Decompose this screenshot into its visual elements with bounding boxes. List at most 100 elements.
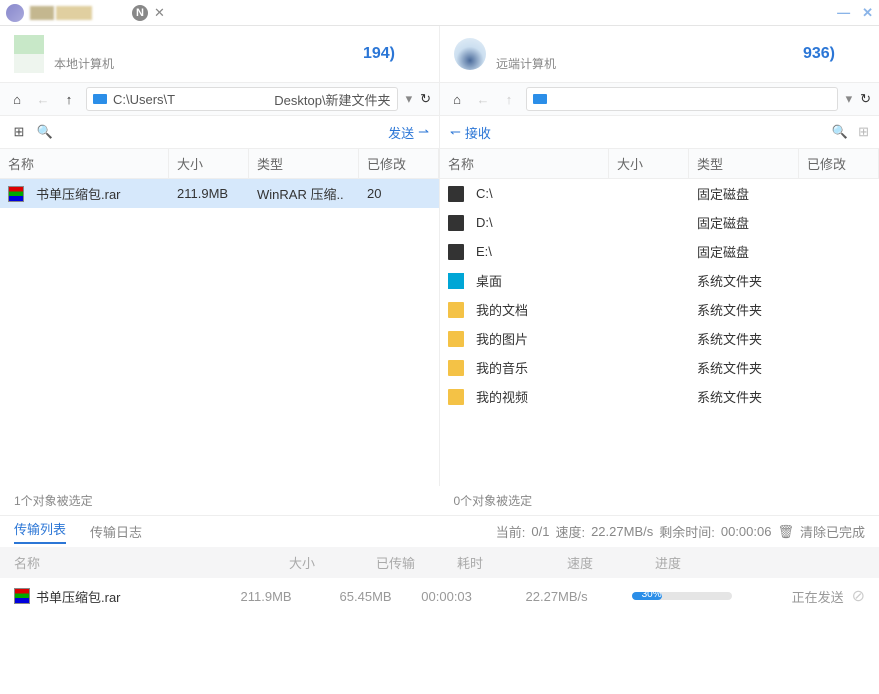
transfer-size: 211.9MB — [192, 589, 292, 604]
send-button[interactable]: 发送⇀ — [388, 123, 429, 142]
file-row[interactable]: 我的视频系统文件夹 — [440, 382, 879, 411]
tab-transfer-list[interactable]: 传输列表 — [14, 519, 66, 544]
file-header: 名称 大小 类型 已修改 — [0, 148, 439, 179]
chevron-down-icon[interactable]: ▾ — [846, 91, 853, 107]
up-icon[interactable]: ↑ — [500, 92, 518, 107]
up-icon[interactable]: ↑ — [60, 92, 78, 107]
file-mod — [799, 192, 879, 196]
new-folder-icon[interactable]: ⊞ — [10, 124, 28, 140]
home-icon[interactable]: ⌂ — [8, 92, 26, 107]
transfer-meta: 当前:0/1 速度:22.27MB/s 剩余时间:00:00:06 🗑 清除已完… — [496, 522, 865, 541]
local-panel: 本地计算机 194) ⌂ ← ↑ C:\Users\T Desktop\新建文件… — [0, 26, 440, 486]
file-type: 固定磁盘 — [689, 182, 799, 205]
remote-panel: 远端计算机 936) ⌂ ← ↑ ▾ ↻ ↽接收 🔍 ⊞ 名称 大小 类型 已修… — [440, 26, 879, 486]
col-size[interactable]: 大小 — [609, 149, 689, 178]
file-type: 系统文件夹 — [689, 269, 799, 292]
file-list[interactable]: C:\固定磁盘D:\固定磁盘E:\固定磁盘桌面系统文件夹我的文档系统文件夹我的图… — [440, 179, 879, 486]
file-name: 书单压缩包.rar — [28, 182, 169, 205]
remote-code: 936) — [803, 45, 835, 63]
file-row[interactable]: 桌面 系统文件夹 — [440, 266, 879, 295]
path-segment: Desktop\新建文件夹 — [274, 90, 390, 109]
titlebar[interactable]: N ✕ — ✕ — [0, 0, 879, 26]
receive-button[interactable]: ↽接收 — [450, 123, 491, 142]
file-mod — [799, 395, 879, 399]
col-size[interactable]: 大小 — [169, 149, 249, 178]
file-type: 系统文件夹 — [689, 298, 799, 321]
arrow-left-icon: ↽ — [450, 124, 461, 140]
transfer-speed: 22.27MB/s — [502, 589, 612, 604]
new-folder-icon[interactable]: ⊞ — [858, 124, 869, 140]
refresh-icon[interactable]: ↻ — [420, 91, 431, 107]
file-name: 桌面 — [468, 269, 609, 292]
file-size — [609, 192, 689, 196]
drive-icon — [448, 244, 464, 260]
transfer-progress: 30% — [612, 592, 792, 600]
file-name: 我的文档 — [468, 298, 609, 321]
refresh-icon[interactable]: ↻ — [860, 91, 871, 107]
close-icon[interactable]: ✕ — [862, 5, 873, 21]
file-mod — [799, 308, 879, 312]
file-type: 系统文件夹 — [689, 356, 799, 379]
col-type[interactable]: 类型 — [249, 149, 359, 178]
file-row[interactable]: 我的音乐系统文件夹 — [440, 353, 879, 382]
remote-label: 远端计算机 — [496, 55, 556, 72]
local-code: 194) — [363, 45, 395, 63]
file-mod — [799, 221, 879, 225]
file-row[interactable]: 书单压缩包.rar211.9MBWinRAR 压缩..20 — [0, 179, 439, 208]
col-name[interactable]: 名称 — [440, 149, 609, 178]
col-name[interactable]: 名称 — [0, 149, 169, 178]
path-input[interactable]: C:\Users\T Desktop\新建文件夹 — [86, 87, 398, 111]
file-row[interactable]: E:\固定磁盘 — [440, 237, 879, 266]
folder-icon — [448, 389, 464, 405]
tab-badge: N — [132, 5, 148, 21]
monitor-icon — [93, 94, 107, 104]
home-icon[interactable]: ⌂ — [448, 92, 466, 107]
file-mod: 20 — [359, 184, 439, 203]
file-type: 固定磁盘 — [689, 211, 799, 234]
file-size — [609, 279, 689, 283]
tab-close-icon[interactable]: ✕ — [154, 5, 165, 21]
folder-icon — [448, 360, 464, 376]
chevron-down-icon[interactable]: ▾ — [406, 91, 413, 107]
transfer-time: 00:00:03 — [392, 589, 502, 604]
file-mod — [799, 250, 879, 254]
file-size — [609, 395, 689, 399]
transfer-header: 名称 大小 已传输 耗时 速度 进度 — [0, 547, 879, 578]
minimize-icon[interactable]: — — [837, 5, 850, 21]
remote-thumb — [454, 38, 486, 70]
col-type[interactable]: 类型 — [689, 149, 799, 178]
back-icon[interactable]: ← — [474, 92, 492, 107]
drive-icon — [448, 186, 464, 202]
transfer-list: 书单压缩包.rar211.9MB65.45MB00:00:0322.27MB/s… — [0, 578, 879, 614]
transfer-status: 正在发送 — [792, 587, 852, 606]
file-name: 我的图片 — [468, 327, 609, 350]
transfer-name: 书单压缩包.rar — [14, 587, 192, 606]
rar-icon — [14, 588, 30, 604]
title-blur — [30, 6, 54, 20]
cancel-icon[interactable]: ⊘ — [852, 586, 865, 606]
file-mod — [799, 366, 879, 370]
folder-icon — [448, 302, 464, 318]
file-type: WinRAR 压缩.. — [249, 182, 359, 205]
file-row[interactable]: 我的图片系统文件夹 — [440, 324, 879, 353]
col-mod[interactable]: 已修改 — [799, 149, 879, 178]
tab-transfer-log[interactable]: 传输日志 — [90, 522, 142, 541]
file-type: 系统文件夹 — [689, 385, 799, 408]
arrow-right-icon: ⇀ — [418, 124, 429, 140]
back-icon[interactable]: ← — [34, 92, 52, 107]
path-segment: C:\Users\T — [113, 92, 175, 107]
search-icon[interactable]: 🔍 — [832, 124, 848, 140]
file-mod — [799, 337, 879, 341]
clear-done-button[interactable]: 清除已完成 — [800, 522, 865, 541]
local-thumb — [14, 35, 44, 73]
col-mod[interactable]: 已修改 — [359, 149, 439, 178]
file-list[interactable]: 书单压缩包.rar211.9MBWinRAR 压缩..20 — [0, 179, 439, 486]
file-row[interactable]: D:\固定磁盘 — [440, 208, 879, 237]
trash-icon[interactable]: 🗑 — [777, 524, 794, 540]
file-name: C:\ — [468, 184, 609, 203]
path-input[interactable] — [526, 87, 838, 111]
transfer-done: 65.45MB — [292, 589, 392, 604]
file-row[interactable]: 我的文档 系统文件夹 — [440, 295, 879, 324]
search-icon[interactable]: 🔍 — [36, 124, 54, 140]
file-row[interactable]: C:\ 固定磁盘 — [440, 179, 879, 208]
